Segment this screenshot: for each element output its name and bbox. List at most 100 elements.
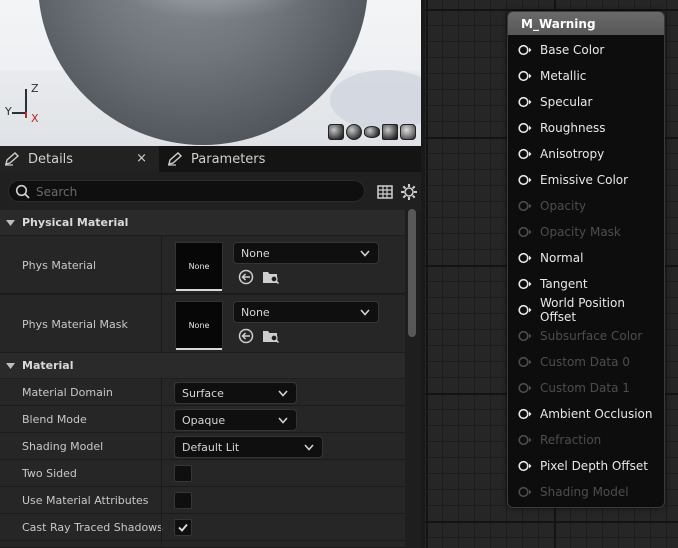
material-result-node[interactable]: M_Warning Base Color Metallic Specular Roug… (507, 11, 665, 508)
input-pin-metallic[interactable]: Metallic (518, 67, 586, 85)
combo-value: Default Lit (182, 440, 240, 454)
pin-label: World Position Offset (540, 296, 625, 324)
asset-thumbnail[interactable]: None (175, 301, 223, 350)
property-row-use-material-attributes: Use Material Attributes (0, 487, 405, 514)
column-splitter[interactable] (161, 514, 162, 540)
input-pin-base-color[interactable]: Base Color (518, 41, 604, 59)
property-label: Phys Material (22, 259, 97, 272)
pencil-icon (4, 152, 22, 166)
category-title: Physical Material (22, 216, 129, 229)
browse-asset-icon[interactable] (262, 269, 280, 285)
input-pin-subsurface-color: Subsurface Color (518, 327, 642, 345)
pin-connector-icon (518, 382, 532, 394)
tab-parameters[interactable]: Parameters (161, 146, 265, 172)
pin-label: Opacity (540, 199, 587, 213)
shading-model-dropdown[interactable]: Default Lit (174, 436, 323, 458)
category-physical-material[interactable]: Physical Material (0, 210, 405, 235)
input-pin-tangent[interactable]: Tangent (518, 275, 588, 293)
category-title: Material (22, 359, 74, 372)
input-pin-ambient-occlusion[interactable]: Ambient Occlusion (518, 405, 652, 423)
close-icon[interactable]: × (136, 151, 147, 166)
input-pin-roughness[interactable]: Roughness (518, 119, 605, 137)
pin-label: Subsurface Color (540, 329, 643, 343)
pin-label: Shading Model (540, 485, 629, 499)
use-selected-asset-icon[interactable] (237, 269, 255, 285)
chevron-down-icon (6, 219, 15, 226)
combo-value: None (241, 246, 270, 260)
property-row-material-domain: Material Domain Surface (0, 379, 405, 406)
input-pin-specular[interactable]: Specular (518, 93, 592, 111)
material-domain-dropdown[interactable]: Surface (174, 382, 297, 404)
property-row-blend-mode: Blend Mode Opaque (0, 406, 405, 433)
chevron-down-icon (360, 309, 370, 316)
column-splitter[interactable] (161, 379, 162, 405)
pin-label: Anisotropy (540, 147, 605, 161)
pin-label: Refraction (540, 433, 602, 447)
property-label: Cast Ray Traced Shadows (22, 521, 163, 534)
pin-connector-icon[interactable] (518, 148, 532, 160)
phys-material-asset-picker[interactable]: None (233, 242, 379, 264)
category-material[interactable]: Material (0, 353, 405, 378)
axis-x-line (25, 112, 27, 118)
property-label: Material Domain (22, 386, 113, 399)
two-sided-checkbox[interactable] (174, 465, 192, 482)
chevron-down-icon (304, 444, 314, 451)
teapot-icon[interactable] (400, 124, 416, 140)
gear-icon[interactable] (400, 183, 418, 201)
combo-value: Opaque (182, 413, 226, 427)
pin-connector-icon[interactable] (518, 408, 532, 420)
axis-z-line (25, 89, 27, 113)
panel-divider[interactable] (421, 0, 425, 548)
property-label: Use Material Attributes (22, 494, 149, 507)
cast-ray-traced-shadows-checkbox[interactable] (174, 519, 192, 536)
pin-connector-icon[interactable] (518, 460, 532, 472)
column-splitter[interactable] (161, 295, 162, 352)
input-pin-emissive-color[interactable]: Emissive Color (518, 171, 628, 189)
input-pin-custom-data-1: Custom Data 1 (518, 379, 630, 397)
pin-connector-icon[interactable] (518, 122, 532, 134)
pin-connector-icon[interactable] (518, 174, 532, 186)
cylinder-icon[interactable] (328, 124, 344, 140)
pin-connector-icon[interactable] (518, 278, 532, 290)
input-pin-pixel-depth-offset[interactable]: Pixel Depth Offset (518, 457, 648, 475)
details-search-row (0, 172, 421, 210)
preview-shape-toolbar (328, 124, 416, 142)
cube-icon[interactable] (382, 124, 398, 140)
combo-value: None (241, 305, 270, 319)
column-splitter[interactable] (161, 406, 162, 432)
column-splitter[interactable] (161, 433, 162, 459)
pin-label: Opacity Mask (540, 225, 621, 239)
use-selected-asset-icon[interactable] (237, 328, 255, 344)
column-splitter[interactable] (161, 460, 162, 486)
column-splitter[interactable] (161, 541, 162, 547)
input-pin-anisotropy[interactable]: Anisotropy (518, 145, 604, 163)
pin-connector-icon[interactable] (518, 96, 532, 108)
thumbnail-label: None (188, 261, 210, 271)
pin-connector-icon[interactable] (518, 70, 532, 82)
details-scrollbar[interactable] (408, 209, 416, 337)
pin-connector-icon (518, 200, 532, 212)
pin-label: Normal (540, 251, 584, 265)
column-splitter[interactable] (161, 236, 162, 293)
pin-connector-icon[interactable] (518, 304, 532, 316)
search-input[interactable] (36, 183, 356, 200)
input-pin-shading-model: Shading Model (518, 483, 629, 501)
blend-mode-dropdown[interactable]: Opaque (174, 409, 297, 431)
property-row-next (0, 541, 405, 548)
sphere-icon[interactable] (346, 124, 362, 140)
column-splitter[interactable] (161, 487, 162, 513)
checkmark-icon (178, 523, 188, 532)
pin-connector-icon[interactable] (518, 44, 532, 56)
tab-details[interactable]: Details × (0, 146, 159, 172)
pin-label: Emissive Color (540, 173, 629, 187)
input-pin-world-position-offset[interactable]: World Position Offset (518, 296, 664, 324)
pin-connector-icon[interactable] (518, 252, 532, 264)
input-pin-normal[interactable]: Normal (518, 249, 583, 267)
use-material-attributes-checkbox[interactable] (174, 492, 192, 509)
browse-asset-icon[interactable] (262, 328, 280, 344)
asset-thumbnail[interactable]: None (175, 242, 223, 291)
phys-material-mask-asset-picker[interactable]: None (233, 301, 379, 323)
material-preview-viewport[interactable]: Z Y X (0, 0, 421, 146)
plane-icon[interactable] (364, 126, 380, 138)
property-matrix-icon[interactable] (376, 183, 394, 201)
